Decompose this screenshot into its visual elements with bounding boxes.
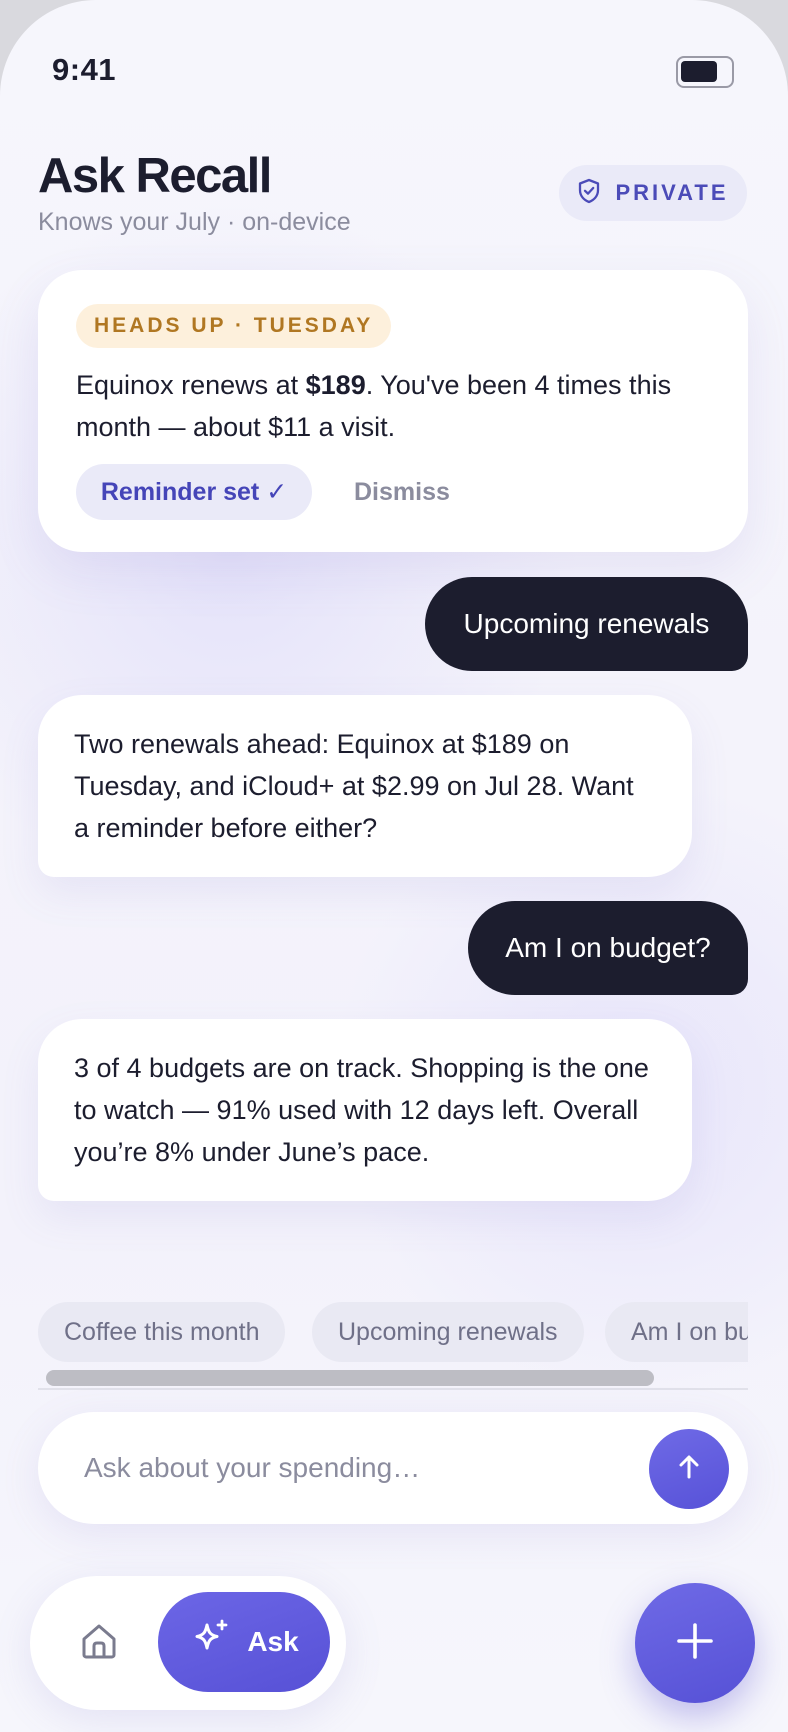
page-title: Ask Recall	[38, 149, 272, 203]
home-tab[interactable]	[76, 1620, 122, 1666]
page-subtitle: Knows your July · on-device	[38, 208, 351, 236]
bottom-nav: Ask	[30, 1576, 346, 1710]
ask-tab-label: Ask	[247, 1626, 299, 1657]
plus-icon	[675, 1621, 715, 1666]
sparkles-icon	[189, 1617, 233, 1668]
user-message: Am I on budget?	[468, 901, 748, 995]
ask-tab[interactable]: Ask	[158, 1592, 330, 1692]
status-time: 9:41	[52, 52, 117, 87]
assistant-message: Two renewals ahead: Equinox at $189 on T…	[38, 695, 692, 877]
composer	[38, 1412, 748, 1524]
reminder-set-button[interactable]: Reminder set ✓	[76, 464, 312, 520]
shield-check-icon	[577, 178, 601, 209]
private-badge[interactable]: PRIVATE	[559, 165, 747, 221]
ask-input[interactable]	[84, 1440, 644, 1496]
battery-icon	[676, 56, 734, 88]
home-icon	[79, 1621, 119, 1666]
suggestion-chips[interactable]: Coffee this month Upcoming renewals Am I…	[38, 1302, 748, 1362]
alert-text: Equinox renews at $189. You've been 4 ti…	[76, 370, 672, 442]
phone-screen: 9:41 Ask Recall Knows your July · on-dev…	[0, 0, 788, 1732]
suggestion-chip-renewals[interactable]: Upcoming renewals	[312, 1302, 584, 1362]
private-badge-label: PRIVATE	[615, 180, 729, 205]
suggestion-chip-budget[interactable]: Am I on budget?	[605, 1302, 748, 1362]
send-button[interactable]	[649, 1429, 729, 1509]
dismiss-button[interactable]: Dismiss	[354, 464, 450, 520]
assistant-message: 3 of 4 budgets are on track. Shopping is…	[38, 1019, 692, 1201]
suggestion-chip-coffee[interactable]: Coffee this month	[38, 1302, 286, 1362]
user-message: Upcoming renewals	[425, 577, 748, 671]
alert-amount: $189	[305, 370, 366, 400]
chips-scrollbar[interactable]	[38, 1364, 748, 1390]
add-button[interactable]	[635, 1583, 755, 1703]
renewal-alert-card: HEADS UP · TUESDAY Equinox renews at $18…	[38, 270, 748, 552]
arrow-up-icon	[674, 1452, 704, 1487]
alert-tag: HEADS UP · TUESDAY	[76, 304, 392, 348]
scrollbar-thumb[interactable]	[46, 1370, 654, 1386]
